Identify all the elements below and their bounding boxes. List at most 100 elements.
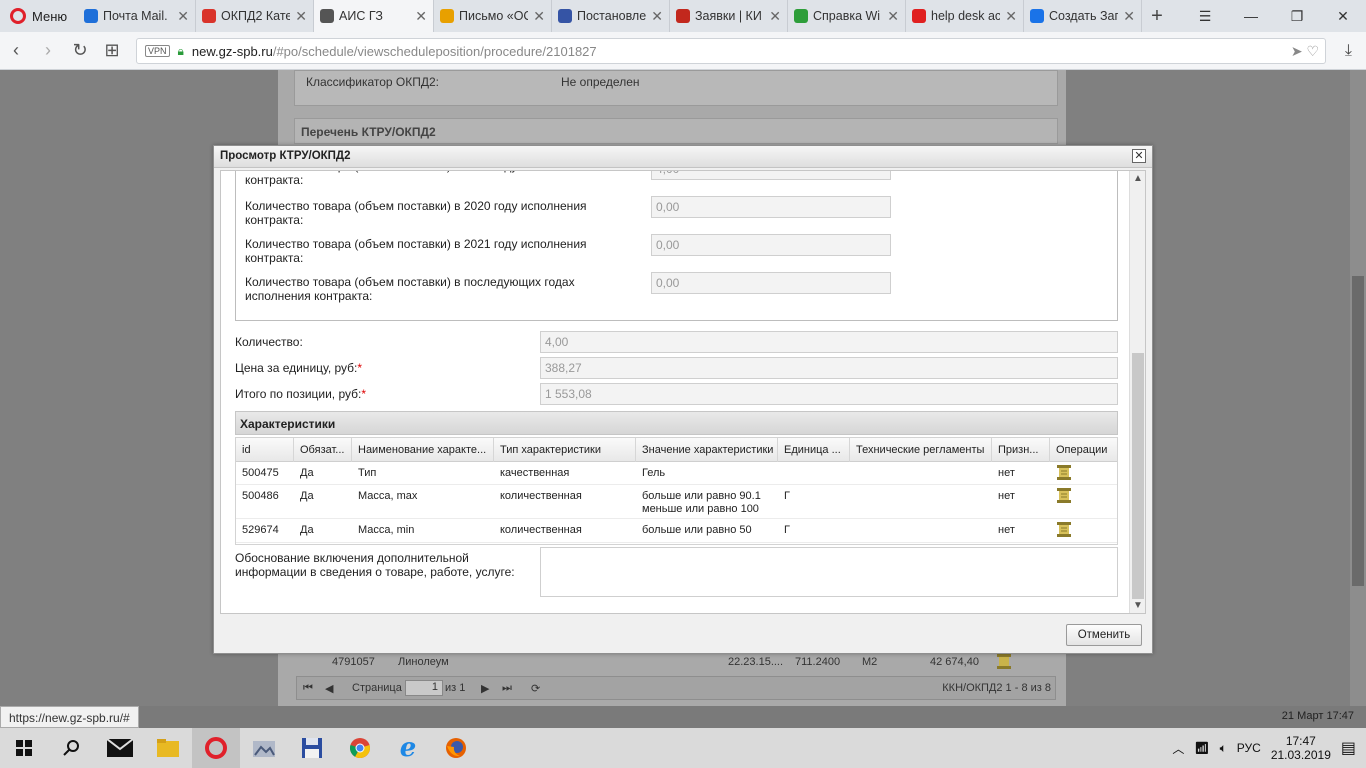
col-operations[interactable]: Операции bbox=[1050, 438, 1117, 462]
refresh-icon[interactable]: ⟳ bbox=[531, 682, 540, 695]
okpd-value: Не определен bbox=[561, 75, 640, 89]
year-2020-field[interactable]: 0,00 bbox=[651, 196, 891, 218]
page-scrollbar[interactable] bbox=[1350, 70, 1366, 706]
start-button[interactable] bbox=[0, 728, 48, 768]
year-2021-label: Количество товара (объем поставки) в 202… bbox=[245, 237, 587, 265]
bookmark-heart-icon[interactable]: ➤ ♡ bbox=[1291, 43, 1319, 60]
next-page-icon[interactable]: ▶ bbox=[481, 682, 489, 695]
col-sign[interactable]: Призн... bbox=[992, 438, 1050, 462]
forward-button[interactable]: › bbox=[32, 40, 64, 61]
taskbar-firefox[interactable] bbox=[432, 728, 480, 768]
tab-close-icon[interactable]: ✕ bbox=[295, 8, 307, 25]
close-window-button[interactable]: ✕ bbox=[1320, 0, 1366, 32]
minimize-button[interactable]: — bbox=[1228, 0, 1274, 32]
dialog-close-button[interactable]: ✕ bbox=[1132, 149, 1146, 163]
col-type[interactable]: Тип характеристики bbox=[494, 438, 636, 462]
page-number-input[interactable]: 1 bbox=[405, 680, 443, 696]
view-characteristic-icon[interactable] bbox=[1056, 488, 1072, 503]
year-later-field[interactable]: 0,00 bbox=[651, 272, 891, 294]
tab-close-icon[interactable]: ✕ bbox=[651, 8, 663, 25]
download-icon[interactable]: ⤓ bbox=[1345, 42, 1352, 60]
new-tab-button[interactable]: + bbox=[1142, 0, 1172, 32]
floppy-disk-icon bbox=[302, 738, 322, 758]
browser-tab[interactable]: Письмо «ОС ✕ bbox=[434, 0, 552, 32]
dialog-scroll-thumb[interactable] bbox=[1132, 353, 1144, 599]
reload-button[interactable]: ↻ bbox=[64, 40, 96, 61]
search-button[interactable] bbox=[48, 728, 96, 768]
tab-favicon-icon bbox=[794, 9, 808, 23]
tray-expand-icon[interactable]: ︿ bbox=[1172, 740, 1184, 757]
tab-menu-icon[interactable]: ☰ bbox=[1182, 0, 1228, 32]
taskbar-opera[interactable] bbox=[192, 728, 240, 768]
table-row[interactable]: 500475 Да Тип качественная Гель нет bbox=[236, 462, 1117, 485]
network-icon[interactable]: 📶︎ bbox=[1194, 741, 1209, 755]
tab-close-icon[interactable]: ✕ bbox=[769, 8, 781, 25]
prev-page-icon[interactable]: ◀ bbox=[325, 682, 333, 695]
dialog-body: Количество товара (объем поставки) в 201… bbox=[220, 170, 1146, 614]
taskbar-app-save[interactable] bbox=[288, 728, 336, 768]
page-scroll-thumb[interactable] bbox=[1352, 276, 1364, 586]
col-unit[interactable]: Единица ... bbox=[778, 438, 850, 462]
speed-dial-icon[interactable]: ⊞ bbox=[96, 40, 128, 61]
lock-icon[interactable]: 🔒︎ bbox=[178, 44, 184, 59]
scroll-up-icon[interactable]: ▲ bbox=[1133, 173, 1143, 184]
browser-tab[interactable]: help desk ac ✕ bbox=[906, 0, 1024, 32]
browser-tab[interactable]: АИС ГЗ ✕ bbox=[314, 0, 434, 32]
col-regulations[interactable]: Технические регламенты bbox=[850, 438, 992, 462]
dialog-scrollbar[interactable]: ▲ ▼ bbox=[1129, 171, 1145, 613]
quantity-field[interactable]: 4,00 bbox=[540, 331, 1118, 353]
internet-explorer-icon: e bbox=[399, 733, 417, 763]
url-field[interactable]: VPN 🔒︎ new.gz-spb.ru/#po/schedule/viewsc… bbox=[136, 38, 1326, 64]
table-row[interactable]: 529674 Да Масса, min количественная боль… bbox=[236, 519, 1117, 543]
col-id[interactable]: id bbox=[236, 438, 294, 462]
opera-menu-button[interactable]: Меню bbox=[0, 0, 78, 32]
restore-button[interactable]: ❐ bbox=[1274, 0, 1320, 32]
year-2019-field[interactable]: 4,00 bbox=[651, 171, 891, 180]
browser-tab[interactable]: Создать Зап ✕ bbox=[1024, 0, 1142, 32]
tab-close-icon[interactable]: ✕ bbox=[1005, 8, 1017, 25]
tab-close-icon[interactable]: ✕ bbox=[1123, 8, 1135, 25]
notifications-icon[interactable]: ▤ bbox=[1341, 738, 1356, 758]
justification-textarea[interactable] bbox=[540, 547, 1118, 597]
view-characteristic-icon[interactable] bbox=[1056, 522, 1072, 537]
price-field[interactable]: 388,27 bbox=[540, 357, 1118, 379]
browser-tab[interactable]: Заявки | КИ ✕ bbox=[670, 0, 788, 32]
okpd-label: Классификатор ОКПД2: bbox=[306, 75, 439, 89]
col-value[interactable]: Значение характеристики bbox=[636, 438, 778, 462]
scroll-down-icon[interactable]: ▼ bbox=[1133, 600, 1143, 611]
quantity-label: Количество: bbox=[235, 335, 303, 349]
table-row[interactable]: 500486 Да Масса, max количественная боль… bbox=[236, 485, 1117, 519]
browser-tab[interactable]: Справка Wi ✕ bbox=[788, 0, 906, 32]
view-record-icon[interactable] bbox=[996, 654, 1012, 669]
taskbar-mail[interactable] bbox=[96, 728, 144, 768]
browser-tab[interactable]: ОКПД2 Кате ✕ bbox=[196, 0, 314, 32]
tab-close-icon[interactable]: ✕ bbox=[533, 8, 545, 25]
cell-id: 500486 bbox=[242, 490, 279, 502]
first-page-icon[interactable]: ⏮ bbox=[303, 682, 313, 695]
browser-tab[interactable]: Постановле ✕ bbox=[552, 0, 670, 32]
total-field[interactable]: 1 553,08 bbox=[540, 383, 1118, 405]
last-page-icon[interactable]: ⏭ bbox=[502, 682, 512, 695]
tab-close-icon[interactable]: ✕ bbox=[887, 8, 899, 25]
row-unit: M2 bbox=[862, 656, 878, 668]
year-2021-field[interactable]: 0,00 bbox=[651, 234, 891, 256]
table-row[interactable]: 4791057 Линолеум 22.23.15.... 711.2400 M… bbox=[296, 652, 1036, 672]
col-required[interactable]: Обязат... bbox=[294, 438, 352, 462]
taskbar-explorer[interactable] bbox=[144, 728, 192, 768]
taskbar-ie[interactable]: e bbox=[384, 728, 432, 768]
cancel-button[interactable]: Отменить bbox=[1066, 624, 1142, 646]
browser-tab[interactable]: Почта Mail. ✕ bbox=[78, 0, 196, 32]
taskbar-chrome[interactable] bbox=[336, 728, 384, 768]
clock[interactable]: 17:47 21.03.2019 bbox=[1271, 734, 1331, 762]
back-button[interactable]: ‹ bbox=[0, 40, 32, 61]
vpn-badge[interactable]: VPN bbox=[145, 45, 170, 57]
volume-icon[interactable]: 🔈︎ bbox=[1220, 741, 1227, 756]
col-name[interactable]: Наименование характе... bbox=[352, 438, 494, 462]
tab-favicon-icon bbox=[1030, 9, 1044, 23]
taskbar-app-photo[interactable] bbox=[240, 728, 288, 768]
tab-close-icon[interactable]: ✕ bbox=[177, 8, 189, 25]
keyboard-language[interactable]: РУС bbox=[1237, 741, 1261, 755]
tab-close-icon[interactable]: ✕ bbox=[415, 8, 427, 25]
view-characteristic-icon[interactable] bbox=[1056, 465, 1072, 480]
dialog-title: Просмотр КТРУ/ОКПД2 bbox=[220, 150, 351, 162]
